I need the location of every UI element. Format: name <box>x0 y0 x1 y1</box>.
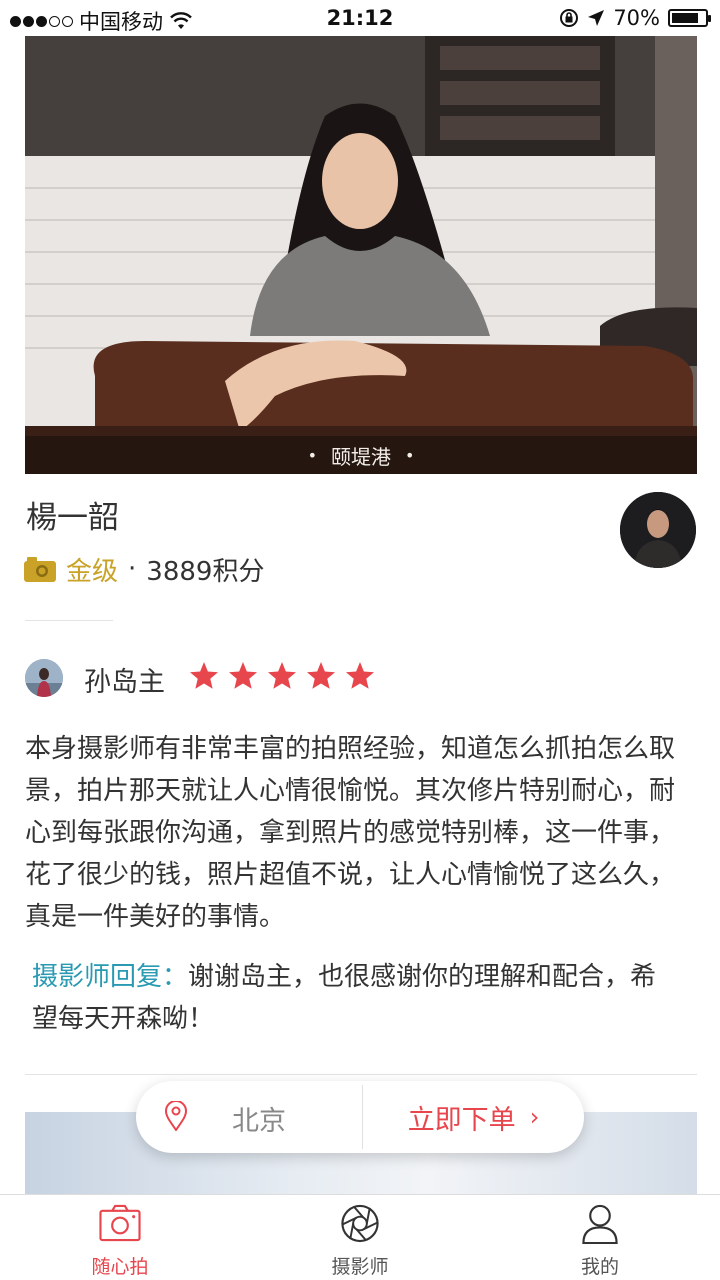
city-selector[interactable]: 北京 <box>136 1081 362 1153</box>
location-name: 颐堤港 <box>331 444 391 469</box>
battery-icon <box>668 9 711 27</box>
order-action-bar: 北京 立即下单 › <box>136 1081 584 1153</box>
user-icon <box>582 1204 618 1244</box>
star-icon <box>229 662 257 689</box>
gold-camera-icon <box>24 557 56 582</box>
star-icon <box>268 662 296 689</box>
tab-label: 我的 <box>580 1256 619 1278</box>
chevron-right-icon: › <box>529 1103 540 1131</box>
hero-photo[interactable]: • 颐堤港 • <box>25 36 697 474</box>
star-icon <box>346 662 374 689</box>
city-label: 北京 <box>232 1106 286 1137</box>
tab-mine[interactable]: 我的 <box>520 1203 680 1279</box>
battery-percent: 70% <box>613 6 660 30</box>
tab-photographer[interactable]: 摄影师 <box>280 1203 440 1279</box>
tab-label: 摄影师 <box>331 1256 389 1278</box>
photographer-level-row: 金级 · 3889积分 <box>24 549 264 589</box>
tab-bar: 随心拍 摄影师 我的 <box>0 1194 720 1280</box>
status-bar-right: 70% <box>559 6 711 30</box>
hero-location-caption: • 颐堤港 • <box>25 436 697 474</box>
star-icon <box>190 662 218 689</box>
photographer-name: 楊一韶 <box>26 500 119 536</box>
reviewer-avatar-image <box>25 659 63 697</box>
tab-label: 随心拍 <box>91 1256 149 1278</box>
photographer-avatar[interactable] <box>620 492 696 568</box>
points-count: 3889积分 <box>146 556 265 587</box>
order-now-button[interactable]: 立即下单 › <box>363 1081 584 1153</box>
status-bar: 中国移动 21:12 70% <box>0 0 720 36</box>
location-pin-icon <box>164 1101 188 1131</box>
reviewer-name: 孙岛主 <box>84 667 165 698</box>
avatar-image <box>620 492 696 568</box>
order-now-label: 立即下单 <box>407 1104 516 1136</box>
reply-label: 摄影师回复： <box>32 962 189 992</box>
rating-stars <box>188 660 376 692</box>
level-name: 金级 <box>66 556 119 587</box>
divider <box>25 1074 697 1075</box>
divider <box>25 620 113 621</box>
review-text: 本身摄影师有非常丰富的拍照经验，知道怎么抓拍怎么取景，拍片那天就让人心情很愉悦。… <box>25 734 676 932</box>
aperture-icon <box>341 1204 379 1243</box>
location-arrow-icon <box>588 10 605 26</box>
hero-portrait-image <box>25 36 697 474</box>
camera-icon <box>99 1204 141 1242</box>
rotation-lock-icon <box>560 9 579 27</box>
photographer-reply: 摄影师回复：谢谢岛主，也很感谢你的理解和配合，希望每天开森呦！ <box>32 956 672 1040</box>
reviewer-avatar[interactable] <box>25 659 63 697</box>
tab-suixinpai[interactable]: 随心拍 <box>40 1203 200 1279</box>
star-icon <box>307 662 335 689</box>
